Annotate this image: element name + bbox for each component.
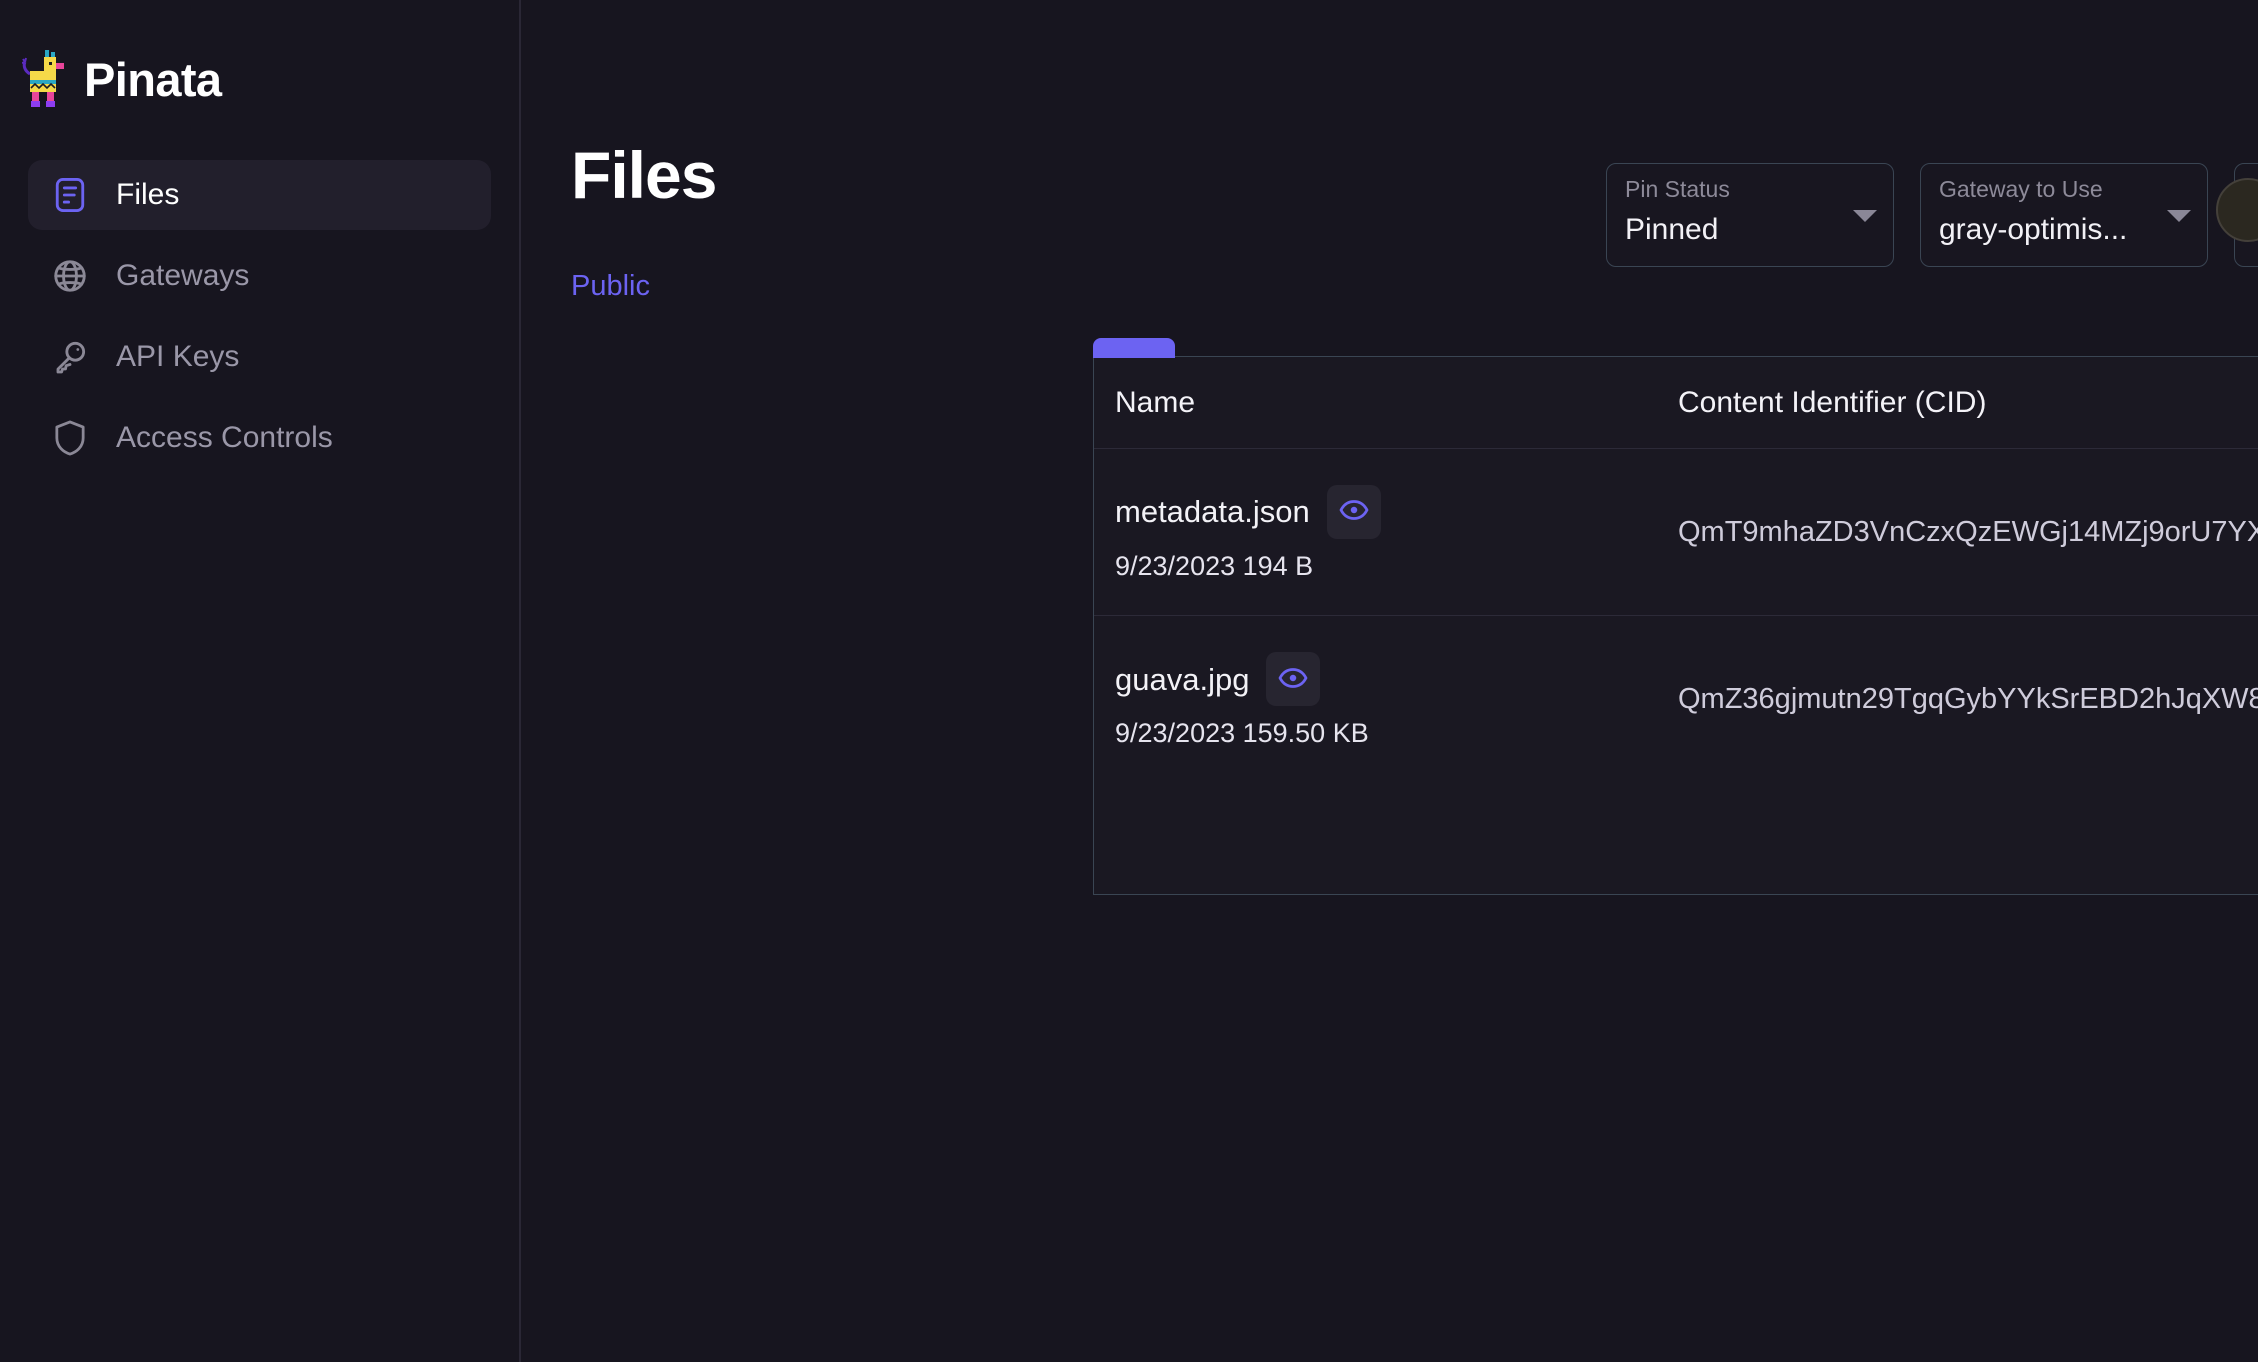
view-file-button[interactable] [1266, 652, 1321, 706]
brand-name: Pinata [84, 52, 222, 106]
shield-icon [50, 418, 90, 458]
cell-file-name: metadata.json 9/23/2023 194 B [1094, 484, 1662, 581]
sidebar-item-files[interactable]: Files [28, 160, 491, 230]
eye-icon [1339, 495, 1369, 528]
file-name-line: guava.jpg [1115, 652, 1662, 706]
gateway-select[interactable]: Gateway to Use gray-optimis... [1920, 163, 2208, 267]
globe-icon [50, 256, 90, 296]
key-icon [50, 337, 90, 377]
file-meta: 9/23/2023 159.50 KB [1115, 718, 1369, 748]
chevron-down-icon [1853, 210, 1877, 222]
eye-icon [1278, 663, 1308, 696]
tab-public[interactable]: Public [571, 272, 650, 301]
cid-value: QmT9mhaZD3VnCzxQzEWGj14MZj9orU7YXvNdK9Qf… [1678, 515, 2258, 548]
main-content: Files Pin Status Pinned Gateway to Use g… [521, 0, 2258, 1362]
file-document-icon [50, 175, 90, 215]
sidebar-item-label: Access Controls [116, 421, 333, 454]
tab-bar: Public [571, 272, 650, 301]
file-name: guava.jpg [1115, 661, 1250, 697]
app-root: Pinata Files Gateways API Keys Access Co… [0, 0, 2258, 1362]
top-bar: Files Pin Status Pinned Gateway to Use g… [521, 0, 2258, 300]
table-header-row: Name Content Identifier (CID) [1094, 357, 2258, 449]
cell-cid: QmT9mhaZD3VnCzxQzEWGj14MZj9orU7YXvNdK9Qf… [1662, 505, 2258, 559]
pinata-llama-logo-icon [21, 49, 68, 109]
chevron-down-icon [2167, 210, 2191, 222]
sidebar-item-api-keys[interactable]: API Keys [28, 322, 491, 392]
cell-cid: QmZ36gjmutn29TgqGybYYkSrEBD2hJqXW8LegEYw… [1662, 673, 2258, 727]
table-row[interactable]: metadata.json 9/23/2023 194 B QmT9mhaZD3… [1094, 449, 2258, 616]
gateway-label: Gateway to Use [1939, 176, 2103, 202]
file-name: metadata.json [1115, 494, 1310, 529]
column-header-cid: Content Identifier (CID) [1678, 385, 1987, 419]
active-tab-indicator [1093, 338, 1175, 358]
sidebar: Pinata Files Gateways API Keys Access Co… [0, 0, 521, 1362]
page-title: Files [571, 138, 717, 212]
sidebar-item-label: Gateways [116, 259, 250, 292]
pin-status-select[interactable]: Pin Status Pinned [1606, 163, 1894, 267]
file-meta: 9/23/2023 194 B [1115, 550, 1314, 581]
sidebar-item-label: Files [116, 178, 180, 211]
column-header-name: Name [1115, 385, 1196, 419]
file-name-line: metadata.json [1115, 484, 1662, 539]
pin-status-label: Pin Status [1625, 176, 1730, 202]
filter-controls: Pin Status Pinned Gateway to Use gray-op… [1606, 163, 2258, 267]
cell-file-name: guava.jpg 9/23/2023 159.50 KB [1094, 652, 1662, 747]
sidebar-item-label: API Keys [116, 340, 240, 373]
sidebar-nav: Files Gateways API Keys Access Controls [0, 160, 519, 473]
sidebar-item-gateways[interactable]: Gateways [28, 241, 491, 311]
sidebar-item-access-controls[interactable]: Access Controls [28, 403, 491, 473]
table-row[interactable]: guava.jpg 9/23/2023 159.50 KB QmZ36gjmut… [1094, 616, 2258, 783]
cid-value: QmZ36gjmutn29TgqGybYYkSrEBD2hJqXW8LegEYw… [1678, 683, 2258, 715]
gateway-value: gray-optimis... [1939, 215, 2128, 245]
files-table: Name Content Identifier (CID) metadata.j… [1093, 356, 2258, 895]
brand[interactable]: Pinata [0, 0, 519, 120]
view-file-button[interactable] [1326, 484, 1381, 539]
pin-status-value: Pinned [1625, 215, 1719, 245]
